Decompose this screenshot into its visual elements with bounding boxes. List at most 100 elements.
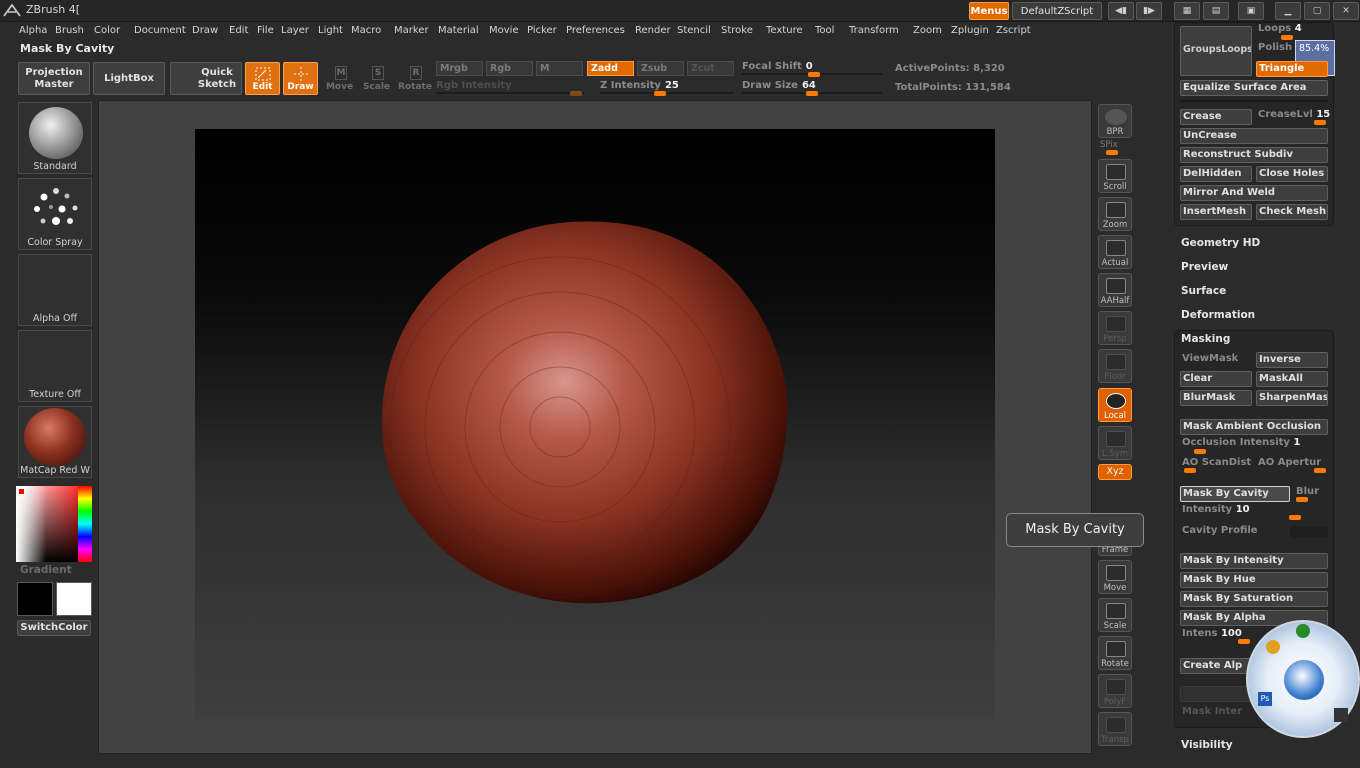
viewmask-toggle[interactable]: ViewMask bbox=[1182, 353, 1238, 364]
menu-color[interactable]: Color bbox=[94, 25, 120, 36]
menu-stencil[interactable]: Stencil bbox=[677, 25, 711, 36]
scale-mode-button[interactable]: S Scale bbox=[359, 62, 394, 95]
inverse-mask-button[interactable]: Inverse bbox=[1256, 352, 1328, 368]
lock-icon[interactable]: ▣ bbox=[1238, 2, 1264, 20]
windows-start-orb-icon[interactable] bbox=[1284, 660, 1324, 700]
mrgb-toggle[interactable]: Mrgb bbox=[436, 61, 483, 76]
main-color-swatch[interactable] bbox=[17, 582, 53, 616]
ao-scandist-knob[interactable] bbox=[1184, 468, 1196, 473]
reconstruct-subdiv-button[interactable]: Reconstruct Subdiv bbox=[1180, 147, 1328, 163]
menu-zoom[interactable]: Zoom bbox=[913, 25, 942, 36]
check-mesh-button[interactable]: Check Mesh bbox=[1256, 204, 1328, 220]
app-shortcut-icon[interactable] bbox=[1296, 624, 1310, 638]
delhidden-button[interactable]: DelHidden bbox=[1180, 166, 1252, 182]
menu-material[interactable]: Material bbox=[438, 25, 479, 36]
layout-alt-icon[interactable]: ▤ bbox=[1203, 2, 1229, 20]
floor-button[interactable]: Floor bbox=[1098, 349, 1132, 383]
groups-loops-button[interactable]: GroupsLoops bbox=[1180, 26, 1252, 76]
menu-layer[interactable]: Layer bbox=[281, 25, 309, 36]
chrome-icon[interactable] bbox=[1266, 640, 1280, 654]
menus-toggle-button[interactable]: Menus bbox=[969, 2, 1009, 20]
collapse-right-icon[interactable]: ▮▶ bbox=[1136, 2, 1162, 20]
mirror-and-weld-button[interactable]: Mirror And Weld bbox=[1180, 185, 1328, 201]
mask-by-hue-button[interactable]: Mask By Hue bbox=[1180, 572, 1328, 588]
focal-shift-knob[interactable] bbox=[808, 72, 820, 77]
cavity-intensity-knob[interactable] bbox=[1289, 515, 1301, 520]
zadd-toggle[interactable]: Zadd bbox=[587, 61, 634, 76]
menu-macro[interactable]: Macro bbox=[351, 25, 381, 36]
zcut-toggle[interactable]: Zcut bbox=[687, 61, 734, 76]
cavity-blur-slider[interactable]: Blur bbox=[1296, 486, 1319, 497]
edit-mode-button[interactable]: Edit bbox=[245, 62, 280, 95]
gradient-label[interactable]: Gradient bbox=[20, 564, 72, 576]
masking-section-title[interactable]: Masking bbox=[1181, 333, 1230, 345]
menu-file[interactable]: File bbox=[257, 25, 274, 36]
actual-button[interactable]: Actual bbox=[1098, 235, 1132, 269]
spix-knob[interactable] bbox=[1106, 150, 1118, 155]
crease-level-slider[interactable]: CreaseLvl 15 bbox=[1258, 109, 1330, 120]
projection-master-button[interactable]: Projection Master bbox=[18, 62, 90, 95]
menu-light[interactable]: Light bbox=[318, 25, 343, 36]
polyf-button[interactable]: PolyF bbox=[1098, 674, 1132, 708]
equalize-surface-area-button[interactable]: Equalize Surface Area bbox=[1180, 80, 1328, 96]
brush-selector[interactable]: Standard bbox=[18, 102, 92, 174]
z-intensity-knob[interactable] bbox=[654, 91, 666, 96]
menu-brush[interactable]: Brush bbox=[55, 25, 84, 36]
document-canvas[interactable] bbox=[195, 129, 995, 719]
app-shortcut-icon[interactable] bbox=[1334, 708, 1348, 722]
zsub-toggle[interactable]: Zsub bbox=[637, 61, 684, 76]
clear-mask-button[interactable]: Clear bbox=[1180, 371, 1252, 387]
cavity-blur-knob[interactable] bbox=[1296, 497, 1308, 502]
cavity-intensity-slider[interactable]: Intensity 10 bbox=[1182, 504, 1250, 515]
mask-by-cavity-button[interactable]: Mask By Cavity bbox=[1180, 486, 1290, 502]
loops-knob[interactable] bbox=[1281, 35, 1293, 40]
focal-shift-slider[interactable]: Focal Shift 0 bbox=[742, 61, 882, 77]
rgb-intensity-slider[interactable]: Rgb Intensity bbox=[436, 80, 584, 96]
scroll-button[interactable]: Scroll bbox=[1098, 159, 1132, 193]
triangle-toggle[interactable]: Triangle bbox=[1256, 61, 1328, 77]
photoshop-icon[interactable]: Ps bbox=[1258, 692, 1272, 706]
draw-mode-button[interactable]: Draw bbox=[283, 62, 318, 95]
quick-sketch-button[interactable]: Quick Sketch bbox=[170, 62, 242, 95]
menu-draw[interactable]: Draw bbox=[192, 25, 218, 36]
m-toggle[interactable]: M bbox=[536, 61, 583, 76]
xyz-toggle[interactable]: Xyz bbox=[1098, 464, 1132, 480]
maximize-icon[interactable]: ▢ bbox=[1304, 2, 1330, 20]
stroke-selector[interactable]: Color Spray bbox=[18, 178, 92, 250]
move-mode-button[interactable]: M Move bbox=[322, 62, 357, 95]
default-zscript-button[interactable]: DefaultZScript bbox=[1012, 2, 1102, 20]
hue-strip[interactable] bbox=[78, 486, 92, 562]
crease-level-knob[interactable] bbox=[1314, 120, 1326, 125]
desktop-launcher-widget[interactable]: Ps bbox=[1246, 620, 1360, 738]
menu-edit[interactable]: Edit bbox=[229, 25, 248, 36]
draw-size-slider[interactable]: Draw Size 64 bbox=[742, 80, 882, 96]
visibility-section[interactable]: Visibility bbox=[1181, 739, 1233, 751]
crease-button[interactable]: Crease bbox=[1180, 109, 1252, 125]
rotate-view-button[interactable]: Rotate bbox=[1098, 636, 1132, 670]
texture-selector[interactable]: Texture Off bbox=[18, 330, 92, 402]
menu-tool[interactable]: Tool bbox=[815, 25, 834, 36]
menu-marker[interactable]: Marker bbox=[394, 25, 429, 36]
menu-picker[interactable]: Picker bbox=[527, 25, 557, 36]
mask-by-saturation-button[interactable]: Mask By Saturation bbox=[1180, 591, 1328, 607]
rotate-mode-button[interactable]: R Rotate bbox=[397, 62, 433, 95]
occlusion-intensity-slider[interactable]: Occlusion Intensity 1 bbox=[1182, 437, 1300, 448]
rgb-intensity-knob[interactable] bbox=[570, 91, 582, 96]
loops-slider[interactable]: Loops 4 bbox=[1258, 23, 1302, 34]
deformation-section[interactable]: Deformation bbox=[1181, 309, 1255, 321]
mask-by-intensity-button[interactable]: Mask By Intensity bbox=[1180, 553, 1328, 569]
menu-stroke[interactable]: Stroke bbox=[721, 25, 753, 36]
ao-aperture-slider[interactable]: AO Apertur bbox=[1258, 457, 1321, 468]
menu-alpha[interactable]: Alpha bbox=[19, 25, 47, 36]
close-icon[interactable]: ✕ bbox=[1333, 2, 1359, 20]
geometry-hd-section[interactable]: Geometry HD bbox=[1181, 237, 1260, 249]
alpha-intensity-knob[interactable] bbox=[1238, 639, 1250, 644]
ao-aperture-knob[interactable] bbox=[1314, 468, 1326, 473]
close-holes-button[interactable]: Close Holes bbox=[1256, 166, 1328, 182]
surface-section[interactable]: Surface bbox=[1181, 285, 1226, 297]
bpr-render-button[interactable]: BPR bbox=[1098, 104, 1132, 138]
menu-transform[interactable]: Transform bbox=[849, 25, 899, 36]
cavity-profile-label[interactable]: Cavity Profile bbox=[1182, 525, 1258, 536]
collapse-left-icon[interactable]: ◀▮ bbox=[1108, 2, 1134, 20]
minimize-icon[interactable]: ▁ bbox=[1275, 2, 1301, 20]
